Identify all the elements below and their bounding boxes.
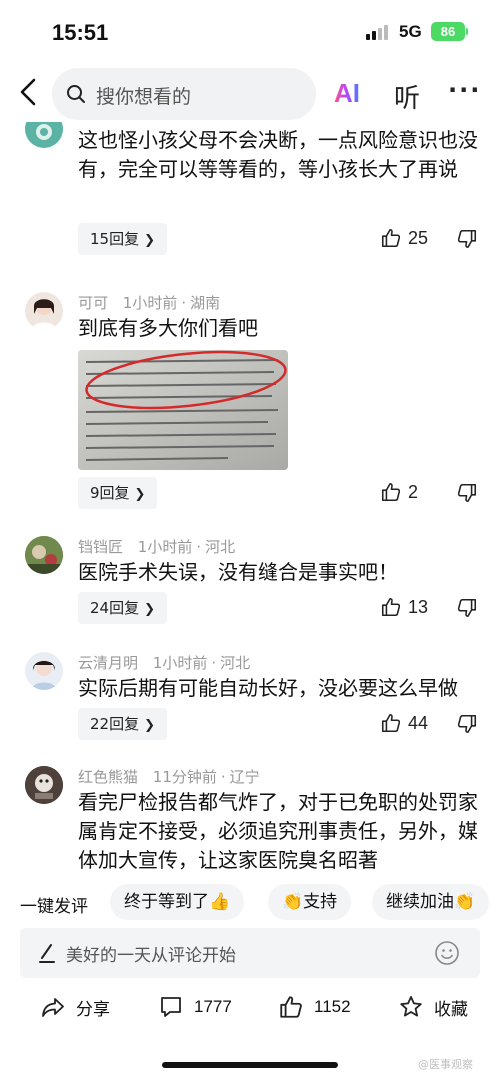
thumbs-down-icon — [457, 598, 477, 618]
avatar[interactable] — [25, 292, 63, 330]
comment-location: 辽宁 — [229, 768, 260, 786]
reply-button[interactable]: 24回复 ❯ — [78, 592, 167, 624]
ai-button[interactable]: AI — [334, 78, 360, 109]
battery-icon: 86 — [431, 22, 465, 41]
action-bar: 分享 1777 1152 收藏 — [0, 986, 500, 1030]
comment-input[interactable]: 美好的一天从评论开始 — [20, 928, 480, 978]
comment-text: 医院手术失误，没有缝合是事实吧！ — [78, 560, 398, 584]
share-label: 分享 — [76, 999, 110, 1019]
like-count: 25 — [408, 227, 429, 248]
back-icon — [20, 78, 36, 106]
thumbs-up-icon — [381, 482, 401, 502]
comment-user[interactable]: 铛铛匠 — [78, 538, 123, 556]
comment-meta: 铛铛匠 1小时前 · 河北 — [78, 538, 236, 556]
like-button[interactable]: 44 — [380, 712, 428, 734]
dislike-button[interactable] — [456, 713, 478, 739]
favorite-label: 收藏 — [434, 999, 468, 1019]
search-placeholder: 搜你想看的 — [96, 86, 192, 108]
search-input[interactable]: 搜你想看的 — [52, 68, 316, 120]
reply-button[interactable]: 15回复 ❯ — [78, 223, 167, 255]
comment-text: 看完尸检报告都气炸了，对于已免职的处罚家属肯定不接受，必须追究刑事责任，另外，媒… — [78, 790, 478, 872]
comment-user[interactable]: 红色熊猫 — [78, 768, 138, 786]
comment-meta: 云清月明 1小时前 · 河北 — [78, 654, 251, 672]
avatar[interactable] — [25, 536, 63, 574]
comment-time: 1小时前 — [137, 538, 193, 556]
dislike-button[interactable] — [456, 228, 478, 254]
comment-meta: 红色熊猫 11分钟前 · 辽宁 — [78, 768, 260, 786]
comment-user[interactable]: 云清月明 — [78, 654, 138, 672]
thumbs-up-emoji-icon: 👍 — [209, 892, 231, 912]
watermark: @医事观察 — [418, 1058, 473, 1071]
comment-count: 1777 — [194, 997, 232, 1016]
like-count: 2 — [408, 481, 419, 502]
dislike-button[interactable] — [456, 482, 478, 508]
dislike-button[interactable] — [456, 597, 478, 623]
quick-chip-keep-going[interactable]: 继续加油👏 — [372, 884, 490, 920]
like-button[interactable]: 2 — [380, 481, 418, 503]
like-count: 13 — [408, 596, 429, 617]
thumbs-down-icon — [457, 229, 477, 249]
quick-comment-label: 一键发评 — [20, 897, 88, 917]
comment-icon — [161, 997, 181, 1017]
like-count: 44 — [408, 712, 429, 733]
reply-count: 15回复 — [90, 230, 140, 248]
like-button[interactable]: 13 — [380, 596, 428, 618]
comment-image[interactable] — [78, 350, 288, 470]
smile-icon[interactable] — [434, 940, 460, 966]
quick-chip-finally[interactable]: 终于等到了👍 — [110, 884, 245, 920]
comment-location: 河北 — [220, 654, 251, 672]
pen-icon — [39, 944, 55, 963]
star-icon — [400, 996, 422, 1017]
comment-time: 1小时前 — [152, 654, 208, 672]
avatar[interactable] — [25, 652, 63, 690]
comment-text: 实际后期有可能自动长好，没必要这么早做 — [78, 676, 458, 700]
thumbs-up-icon — [381, 597, 401, 617]
comment-user[interactable]: 可可 — [78, 294, 108, 312]
like-button[interactable]: 25 — [380, 227, 428, 249]
clapping-hands-icon: 👏 — [454, 892, 476, 912]
clapping-hands-icon: 👏 — [282, 892, 304, 912]
thumbs-down-icon — [457, 483, 477, 503]
reply-count: 24回复 — [90, 599, 140, 617]
favorite-button[interactable]: 收藏 — [398, 994, 468, 1020]
comment-time: 1小时前 — [122, 294, 178, 312]
top-nav: 搜你想看的 AI 听 ··· — [0, 62, 500, 122]
signal-icon — [366, 24, 390, 40]
share-button[interactable]: 分享 — [40, 994, 110, 1020]
avatar[interactable] — [25, 766, 63, 804]
home-indicator — [162, 1062, 338, 1068]
reply-button[interactable]: 9回复 ❯ — [78, 477, 158, 509]
reply-count: 22回复 — [90, 715, 140, 733]
thumbs-down-icon — [457, 714, 477, 734]
status-bar: 15:51 5G 86 — [0, 0, 500, 62]
avatar[interactable] — [25, 122, 63, 148]
quick-chip-support[interactable]: 👏支持 — [268, 884, 352, 920]
comment-meta: 可可 1小时前 · 湖南 — [78, 294, 221, 312]
search-icon — [67, 85, 85, 103]
comment-input-placeholder: 美好的一天从评论开始 — [66, 946, 236, 966]
thumbs-up-icon — [280, 996, 302, 1018]
comment-time: 11分钟前 — [152, 768, 217, 786]
reply-button[interactable]: 22回复 ❯ — [78, 708, 167, 740]
quick-comment-bar: 一键发评 终于等到了👍 👏支持 继续加油👏 — [0, 880, 500, 926]
battery-tip — [466, 28, 468, 35]
like-post-button[interactable]: 1152 — [278, 994, 351, 1020]
comment-list[interactable]: 这也怪小孩父母不会决断，一点风险意识也没有，完全可以等等看的，等小孩长大了再说 … — [0, 122, 500, 880]
network-label: 5G — [399, 22, 422, 41]
share-icon — [42, 998, 64, 1017]
thumbs-up-icon — [381, 228, 401, 248]
thumbs-up-icon — [381, 713, 401, 733]
comment-location: 河北 — [205, 538, 236, 556]
listen-button[interactable]: 听 — [394, 78, 420, 115]
reply-count: 9回复 — [90, 484, 130, 502]
status-time: 15:51 — [52, 20, 109, 45]
comment-text: 到底有多大你们看吧 — [78, 316, 258, 340]
comment-count-button[interactable]: 1777 — [158, 994, 232, 1020]
more-button[interactable]: ··· — [448, 76, 481, 104]
comment-location: 湖南 — [190, 294, 221, 312]
post-like-count: 1152 — [314, 997, 351, 1016]
comment-text: 这也怪小孩父母不会决断，一点风险意识也没有，完全可以等等看的，等小孩长大了再说 — [78, 128, 478, 181]
back-button[interactable] — [14, 76, 46, 108]
